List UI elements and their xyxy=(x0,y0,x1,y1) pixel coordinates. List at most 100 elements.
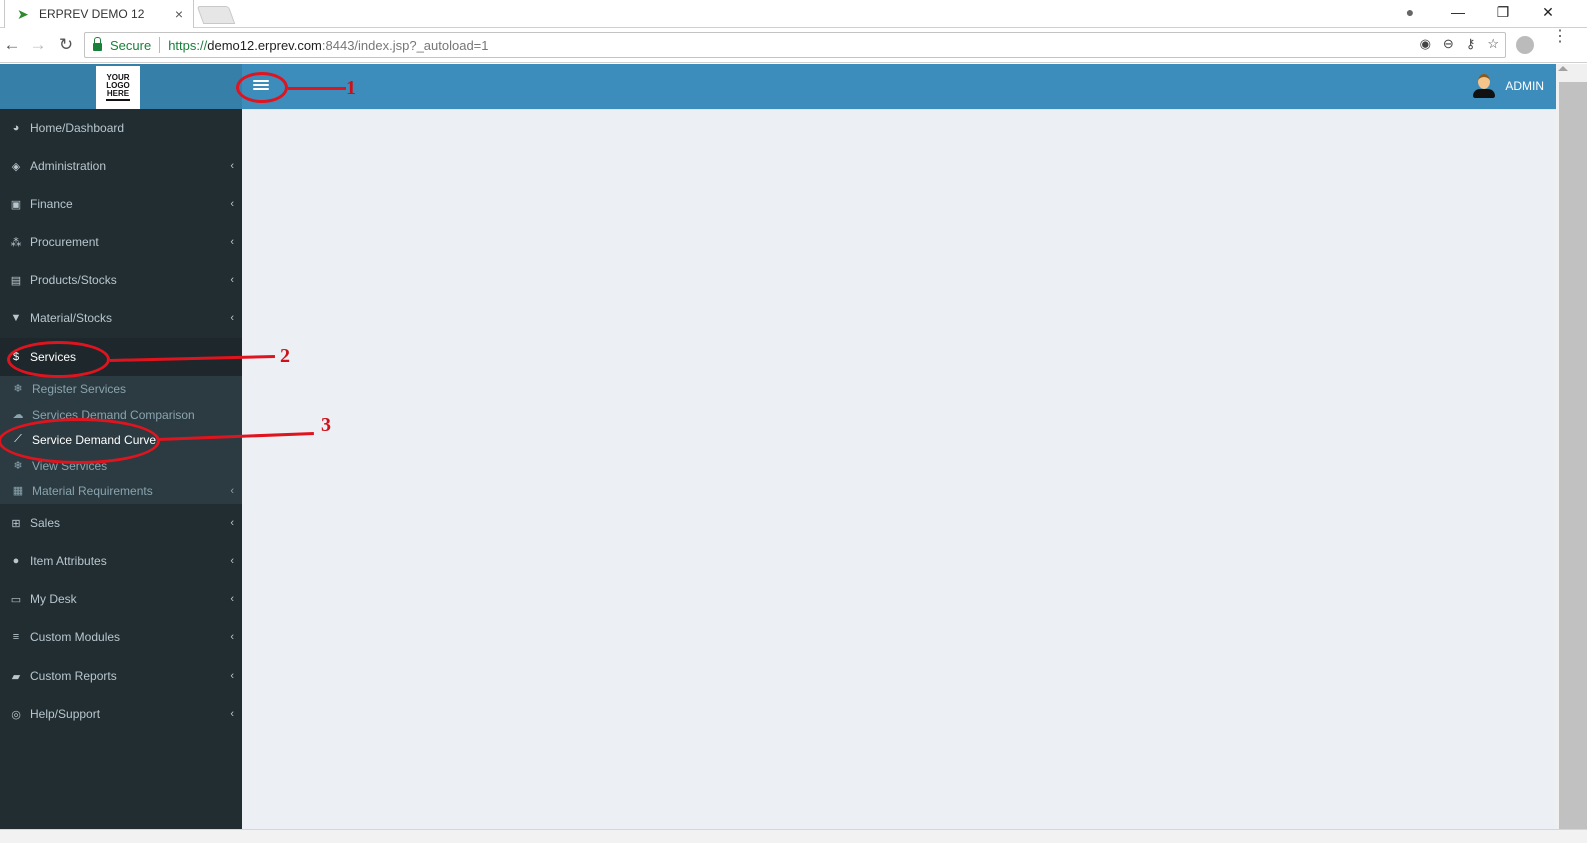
location-icon[interactable]: ◉ xyxy=(1420,36,1431,52)
main-content-area xyxy=(242,109,1556,829)
logo-line: HERE xyxy=(106,89,130,98)
cloud-chart-icon: ☁ xyxy=(12,409,24,421)
scrollbar-thumb[interactable] xyxy=(1559,82,1587,830)
sidebar-item-label: Sales xyxy=(30,516,61,530)
sidebar-item-products-stocks[interactable]: ▤ Products/Stocks ‹ xyxy=(0,261,242,299)
chevron-left-icon: ‹ xyxy=(230,312,234,324)
restore-button[interactable]: ❐ xyxy=(1493,4,1513,21)
sidebar-item-label: Custom Reports xyxy=(30,669,117,683)
secure-label: Secure xyxy=(110,37,152,53)
submenu-item-material-requirements[interactable]: ▦ Material Requirements ‹ xyxy=(0,478,242,503)
sidebar-item-help-support[interactable]: ◎ Help/Support ‹ xyxy=(0,695,242,733)
submenu-item-label: Material Requirements xyxy=(32,483,153,498)
chevron-left-icon: ‹ xyxy=(230,160,234,172)
chevron-left-icon: ‹ xyxy=(230,274,234,286)
sidebar-item-my-desk[interactable]: ▭ My Desk ‹ xyxy=(0,580,242,618)
dollar-icon: $ xyxy=(12,351,20,363)
url-scheme: https:// xyxy=(168,37,208,53)
submenu-item-register-services[interactable]: ❄ Register Services xyxy=(0,376,242,401)
bookmark-star-icon[interactable]: ☆ xyxy=(1487,36,1499,52)
sidebar-item-label: Products/Stocks xyxy=(30,273,117,287)
submenu-item-label: Services Demand Comparison xyxy=(32,407,195,422)
browser-tab-bar: ➤ ERPREV DEMO 12 × ● — ❐ ✕ xyxy=(0,0,1587,28)
snowflake-icon: ❄ xyxy=(13,460,23,472)
tag-icon: ◈ xyxy=(11,160,21,173)
chevron-left-icon: ‹ xyxy=(230,484,234,497)
submenu-item-service-demand-curve[interactable]: ⟋ Service Demand Curve xyxy=(0,427,242,452)
chevron-left-icon: ‹ xyxy=(230,517,234,529)
browser-status-bar xyxy=(0,829,1587,843)
sidebar-item-sales[interactable]: ⊞ Sales ‹ xyxy=(0,504,242,542)
sidebar-item-label: Item Attributes xyxy=(30,554,107,568)
sidebar-item-finance[interactable]: ▣ Finance ‹ xyxy=(0,185,242,223)
desktop-icon: ▭ xyxy=(10,593,22,606)
money-icon: ▣ xyxy=(10,198,22,211)
browser-tab[interactable]: ➤ ERPREV DEMO 12 × xyxy=(4,0,194,28)
tab-title: ERPREV DEMO 12 xyxy=(39,7,145,21)
app-header: YOUR LOGO HERE ADMIN xyxy=(0,64,1556,109)
dashboard-icon: ◕ xyxy=(12,122,20,134)
sidebar-item-label: Procurement xyxy=(30,235,99,249)
tab-close-icon[interactable]: × xyxy=(175,6,183,22)
minimize-button[interactable]: — xyxy=(1448,4,1468,20)
chevron-left-icon: ‹ xyxy=(230,670,234,682)
badge-icon: ● xyxy=(12,555,20,567)
sidebar-item-home-dashboard[interactable]: ◕ Home/Dashboard xyxy=(0,109,242,147)
back-button[interactable]: ← xyxy=(2,36,22,54)
url-host: demo12.erprev.com xyxy=(207,37,322,53)
snowflake-icon: ❄ xyxy=(13,383,23,395)
cubes-icon: ⁂ xyxy=(10,236,22,249)
sidebar-item-label: Services xyxy=(30,350,77,364)
sidebar-item-custom-modules[interactable]: ≡ Custom Modules ‹ xyxy=(0,618,242,656)
chevron-left-icon: ‹ xyxy=(230,593,234,605)
avatar xyxy=(1473,74,1496,98)
close-window-button[interactable]: ✕ xyxy=(1538,4,1558,21)
chevron-left-icon: ‹ xyxy=(230,708,234,720)
sidebar-item-material-stocks[interactable]: ▼ Material/Stocks ‹ xyxy=(0,299,242,337)
zoom-icon[interactable]: ⊖ xyxy=(1443,36,1454,52)
sidebar-item-label: Finance xyxy=(30,197,73,211)
extension-icon[interactable] xyxy=(1516,36,1534,54)
sidebar-item-item-attributes[interactable]: ● Item Attributes ‹ xyxy=(0,542,242,580)
submenu-item-label: View Services xyxy=(32,458,108,473)
user-name: ADMIN xyxy=(1505,79,1544,93)
book-icon: ▰ xyxy=(11,670,21,683)
database-icon: ≡ xyxy=(12,631,20,643)
submenu-item-services-demand-comparison[interactable]: ☁ Services Demand Comparison xyxy=(0,402,242,427)
sidebar-item-label: My Desk xyxy=(30,592,77,606)
submenu-item-view-services[interactable]: ❄ View Services xyxy=(0,453,242,478)
services-submenu: ❄ Register Services ☁ Services Demand Co… xyxy=(0,376,242,504)
chevron-left-icon: ‹ xyxy=(230,236,234,248)
gift-icon: ▦ xyxy=(12,485,24,497)
sidebar-item-services[interactable]: $ Services xyxy=(0,338,242,376)
user-menu[interactable]: ADMIN xyxy=(1473,74,1544,98)
forward-button[interactable]: → xyxy=(28,36,48,54)
key-icon[interactable]: ⚷ xyxy=(1466,36,1476,52)
address-bar[interactable]: Secure https:// demo12.erprev.com :8443/… xyxy=(84,32,1506,58)
reload-button[interactable]: ↻ xyxy=(56,36,76,54)
sidebar-item-administration[interactable]: ◈ Administration ‹ xyxy=(0,147,242,185)
chevron-left-icon: ‹ xyxy=(230,555,234,567)
submenu-item-label: Service Demand Curve xyxy=(32,432,157,447)
profile-icon[interactable]: ● xyxy=(1400,4,1420,20)
browser-menu-icon[interactable]: ⋮ xyxy=(1552,29,1568,45)
erprev-favicon-icon: ➤ xyxy=(17,6,29,22)
sidebar-item-label: Material/Stocks xyxy=(30,311,113,325)
company-logo[interactable]: YOUR LOGO HERE xyxy=(96,66,140,109)
line-chart-icon: ⟋ xyxy=(14,433,22,445)
sidebar-toggle-icon[interactable] xyxy=(253,78,269,94)
sidebar-item-custom-reports[interactable]: ▰ Custom Reports ‹ xyxy=(0,657,242,695)
logo-underline xyxy=(106,99,130,101)
lock-icon xyxy=(93,36,102,51)
sidebar-item-procurement[interactable]: ⁂ Procurement ‹ xyxy=(0,223,242,261)
life-ring-icon: ◎ xyxy=(11,708,21,721)
url-path: :8443/index.jsp?_autoload=1 xyxy=(321,37,489,53)
omnibox-separator xyxy=(159,37,161,53)
cart-icon: ⊞ xyxy=(11,517,21,530)
sidebar: ◕ Home/Dashboard ◈ Administration ‹ ▣ Fi… xyxy=(0,109,242,829)
new-tab-button[interactable] xyxy=(196,6,236,24)
building-icon: ▤ xyxy=(10,274,22,287)
logo-area: YOUR LOGO HERE xyxy=(0,64,242,109)
scroll-up-arrow-icon[interactable] xyxy=(1558,66,1568,71)
submenu-item-label: Register Services xyxy=(32,381,127,396)
